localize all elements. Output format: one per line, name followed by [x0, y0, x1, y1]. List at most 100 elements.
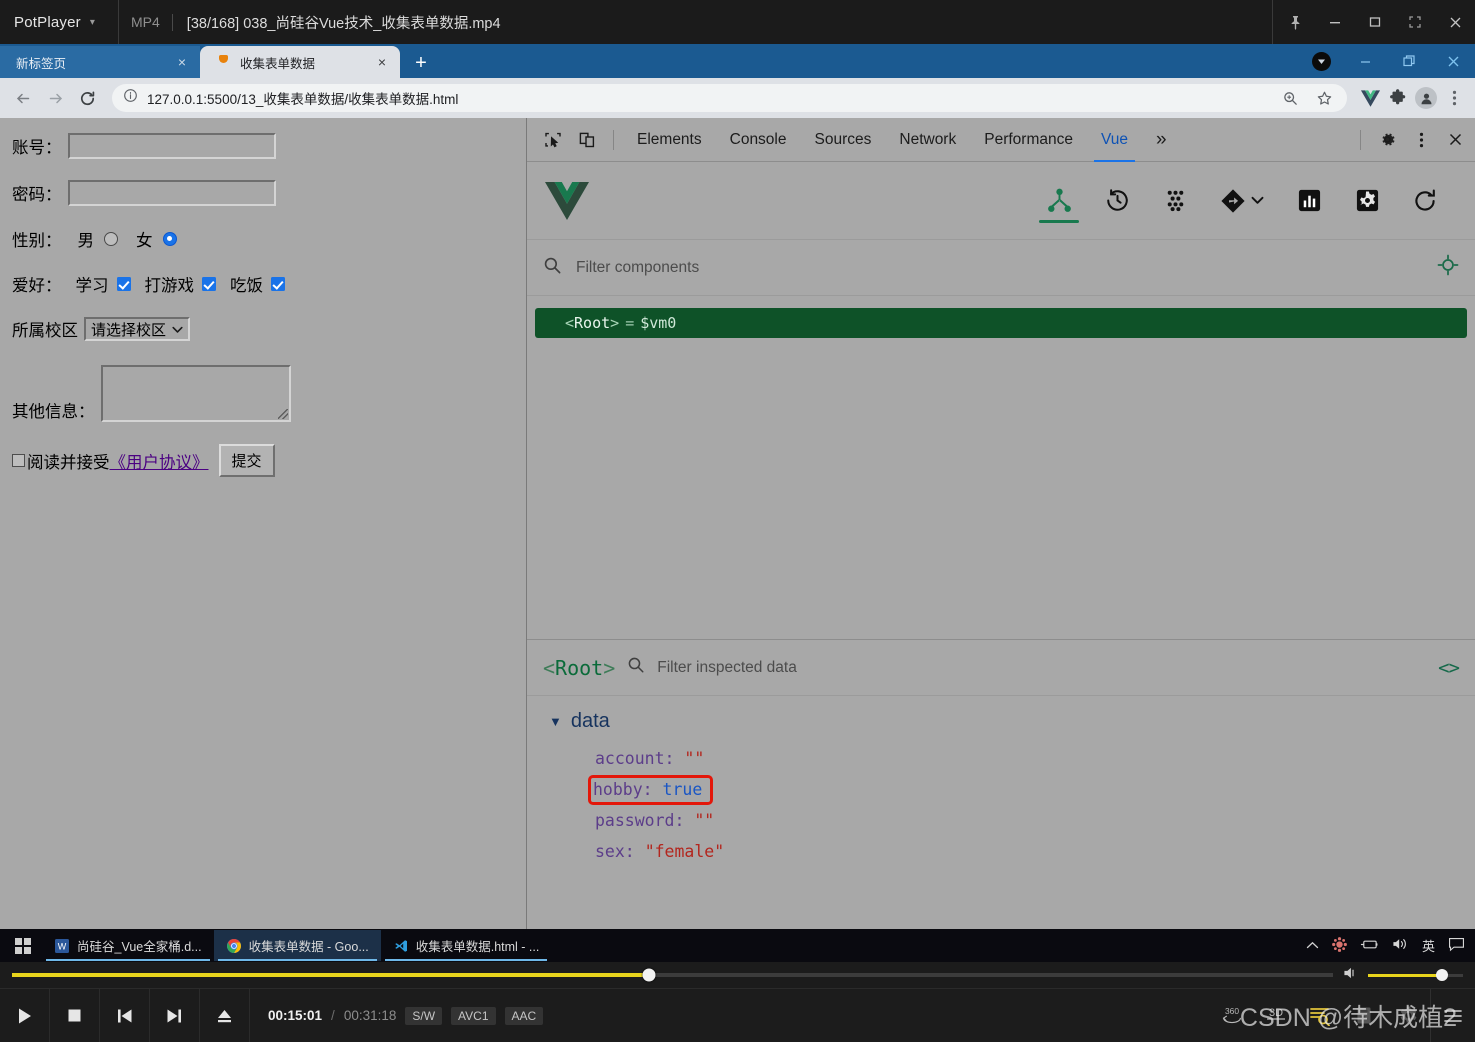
- next-button[interactable]: [150, 989, 200, 1042]
- new-tab-button[interactable]: +: [406, 48, 436, 78]
- target-crosshair-icon[interactable]: [1437, 254, 1459, 281]
- campus-select[interactable]: 请选择校区: [84, 317, 191, 341]
- performance-bars-icon[interactable]: [1289, 173, 1329, 229]
- settings-gear-icon[interactable]: [1371, 125, 1403, 155]
- taskbar-item-chrome[interactable]: 收集表单数据 - Goo...: [213, 930, 381, 961]
- play-button[interactable]: [0, 989, 50, 1042]
- chevron-up-icon[interactable]: [1306, 938, 1319, 953]
- timeline-history-icon[interactable]: [1097, 173, 1137, 229]
- password-input[interactable]: [67, 180, 276, 206]
- filter-inspected-data-input[interactable]: Filter inspected data: [657, 659, 797, 677]
- playlist-search-icon[interactable]: [1298, 989, 1342, 1042]
- vuex-dots-icon[interactable]: [1155, 173, 1195, 229]
- agreement-checkbox[interactable]: [12, 454, 25, 467]
- eject-button[interactable]: [200, 989, 250, 1042]
- devtools-more-icon[interactable]: [1405, 125, 1437, 155]
- hobby-checkbox-eat[interactable]: [271, 277, 285, 291]
- hobby-checkbox-games[interactable]: [202, 277, 216, 291]
- volume-handle[interactable]: [1436, 969, 1449, 981]
- volume-icon[interactable]: [1392, 937, 1409, 954]
- previous-button[interactable]: [100, 989, 150, 1042]
- seek-handle[interactable]: [642, 968, 656, 982]
- data-entry[interactable]: password: "": [595, 805, 1475, 836]
- vue-extension-icon[interactable]: [1357, 85, 1383, 111]
- sex-radio-female[interactable]: [162, 232, 177, 246]
- component-filter-bar[interactable]: Filter components: [527, 240, 1475, 296]
- restore-icon[interactable]: [1387, 44, 1431, 78]
- potplayer-controls: 00:15:01 / 00:31:18 S/W AVC1 AAC 360 3D: [0, 962, 1475, 1042]
- 360-view-icon[interactable]: 360: [1210, 989, 1254, 1042]
- seek-slider[interactable]: [12, 968, 1333, 982]
- hobby-checkbox-study[interactable]: [116, 277, 131, 291]
- minimize-icon[interactable]: [1343, 44, 1387, 78]
- data-section-header[interactable]: ▼ data: [549, 710, 1475, 733]
- profile-avatar-icon[interactable]: [1413, 85, 1439, 111]
- sex-radio-male[interactable]: [104, 232, 118, 246]
- close-icon[interactable]: [1431, 44, 1475, 78]
- other-textarea[interactable]: [100, 365, 291, 422]
- close-icon[interactable]: ×: [174, 54, 190, 70]
- extensions-puzzle-icon[interactable]: [1385, 85, 1411, 111]
- search-icon: [627, 656, 645, 679]
- minimize-icon[interactable]: [1315, 0, 1355, 44]
- inspect-element-icon[interactable]: [537, 125, 569, 155]
- tab-performance[interactable]: Performance: [971, 118, 1086, 162]
- settings-gear-icon[interactable]: [1386, 989, 1430, 1042]
- browser-tab[interactable]: 收集表单数据 ×: [200, 46, 400, 78]
- tab-console[interactable]: Console: [717, 118, 800, 162]
- menu-icon[interactable]: [1431, 989, 1475, 1042]
- browser-tab[interactable]: 新标签页 ×: [0, 46, 200, 78]
- potplayer-app-menu[interactable]: PotPlayer ▾: [0, 0, 118, 44]
- 3d-view-icon[interactable]: 3D: [1254, 989, 1298, 1042]
- notifications-icon[interactable]: [1448, 937, 1465, 955]
- windows-start-icon[interactable]: [4, 929, 42, 962]
- account-input[interactable]: [67, 133, 276, 159]
- back-arrow-icon[interactable]: [8, 83, 38, 113]
- close-icon[interactable]: ×: [374, 54, 390, 70]
- battery-icon[interactable]: [1360, 938, 1379, 954]
- close-icon[interactable]: [1435, 0, 1475, 44]
- chevron-down-icon[interactable]: ▼: [549, 714, 562, 729]
- zoom-icon[interactable]: [1277, 85, 1303, 111]
- profile-badge-icon[interactable]: [1299, 44, 1343, 78]
- stop-button[interactable]: [50, 989, 100, 1042]
- edit-as-code-icon[interactable]: <>: [1438, 657, 1460, 679]
- tab-elements[interactable]: Elements: [624, 118, 715, 162]
- tab-sources[interactable]: Sources: [802, 118, 885, 162]
- bookmark-star-icon[interactable]: [1311, 85, 1337, 111]
- reload-icon[interactable]: [72, 83, 102, 113]
- sex-option-male-label: 男: [77, 232, 95, 250]
- devtools-close-icon[interactable]: [1439, 125, 1471, 155]
- app-tray-icon[interactable]: [1332, 936, 1347, 955]
- taskbar-item-word[interactable]: W 尚硅谷_Vue全家桶.d...: [42, 930, 214, 961]
- data-entry[interactable]: sex: "female": [595, 836, 1475, 867]
- filter-components-input[interactable]: Filter components: [576, 259, 699, 277]
- fullscreen-icon[interactable]: [1395, 0, 1435, 44]
- component-tree-row-root[interactable]: < Root > = $vm0: [535, 308, 1467, 338]
- tab-vue[interactable]: Vue: [1088, 118, 1141, 162]
- volume-icon[interactable]: [1343, 966, 1360, 985]
- refresh-icon[interactable]: [1405, 173, 1445, 229]
- forward-arrow-icon[interactable]: [40, 83, 70, 113]
- video-codec-badge: AVC1: [451, 1006, 496, 1025]
- maximize-icon[interactable]: [1355, 0, 1395, 44]
- device-toolbar-icon[interactable]: [571, 125, 603, 155]
- tab-network[interactable]: Network: [886, 118, 969, 162]
- user-agreement-link[interactable]: 《用户协议》: [110, 449, 209, 473]
- resize-handle-icon[interactable]: [277, 409, 288, 419]
- taskbar-item-vscode[interactable]: 收集表单数据.html - ...: [381, 930, 552, 961]
- bookmark-icon[interactable]: [1342, 989, 1386, 1042]
- ime-language-indicator[interactable]: 英: [1422, 936, 1435, 955]
- info-circle-icon[interactable]: [123, 88, 138, 108]
- chrome-menu-icon[interactable]: [1441, 85, 1467, 111]
- data-entry-highlighted[interactable]: hobby: true: [587, 774, 1475, 805]
- volume-slider[interactable]: [1368, 969, 1463, 981]
- submit-button[interactable]: 提交: [218, 444, 275, 477]
- pin-icon[interactable]: [1275, 0, 1315, 44]
- address-bar[interactable]: 127.0.0.1:5500/13_收集表单数据/收集表单数据.html: [112, 84, 1347, 112]
- more-tabs-icon[interactable]: »: [1143, 118, 1180, 162]
- router-diamond-icon[interactable]: [1213, 173, 1271, 229]
- data-entry[interactable]: account: "": [595, 743, 1475, 774]
- settings-icon[interactable]: [1347, 173, 1387, 229]
- component-tree-icon[interactable]: [1039, 173, 1079, 229]
